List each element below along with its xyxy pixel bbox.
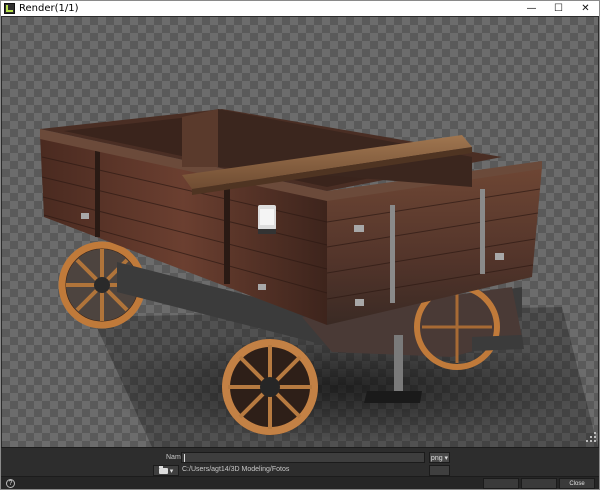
folder-icon [158,465,168,474]
footer-bar: ? Close [1,476,599,489]
lantern [258,205,276,234]
maximize-button[interactable]: ☐ [545,1,572,16]
window-title: Render(1/1) [19,3,79,14]
extension-select[interactable]: png ▾ [429,452,450,463]
footer-button-1[interactable] [483,478,519,489]
window-controls: — ☐ ✕ [518,1,599,16]
render-image [40,109,598,447]
close-button[interactable]: ✕ [572,1,599,16]
folder-button[interactable]: ▾ [153,465,179,476]
help-icon[interactable]: ? [6,479,15,488]
render-window: Render(1/1) — ☐ ✕ Name png ▾ ▾ C:/Users/… [0,0,600,490]
app-icon [4,3,15,14]
footer-button-2[interactable] [521,478,557,489]
name-input[interactable] [181,452,425,463]
minimize-button[interactable]: — [518,1,545,16]
chevron-down-icon: ▾ [169,467,174,475]
title-bar: Render(1/1) — ☐ ✕ [1,1,599,16]
resize-grip-icon[interactable] [585,431,597,443]
wheel-front-right [222,339,318,435]
close-render-button[interactable]: Close [559,478,595,489]
browse-path-button[interactable] [429,465,450,476]
render-canvas [2,17,598,447]
output-path: C:/Users/agt14/3D Modeling/Fotos [182,466,290,473]
